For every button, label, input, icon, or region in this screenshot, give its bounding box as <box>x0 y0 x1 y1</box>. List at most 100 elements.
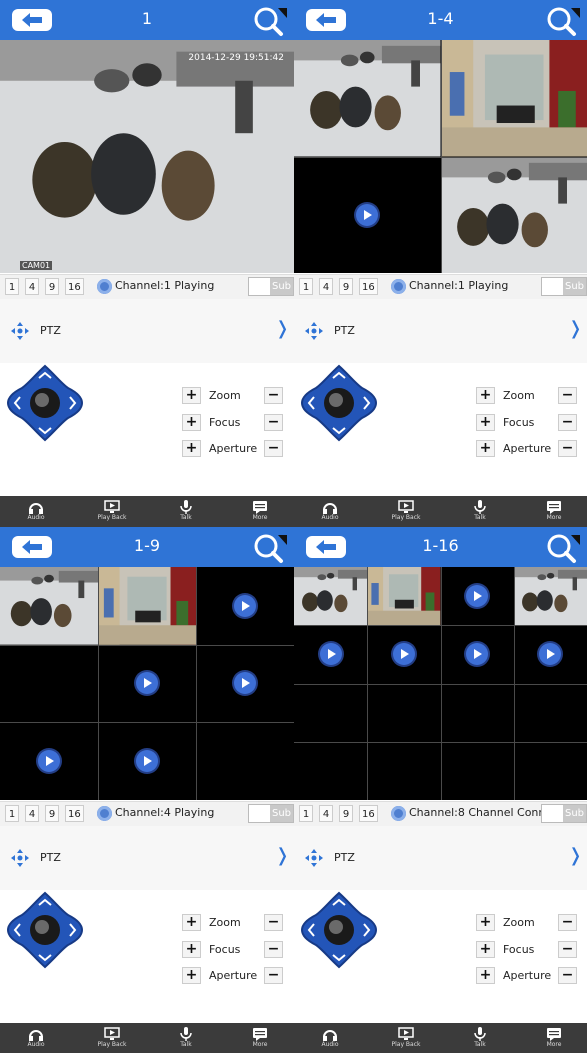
video-tile[interactable] <box>294 156 441 273</box>
zoom-minus-button[interactable]: − <box>264 914 283 931</box>
aperture-plus-button[interactable]: + <box>182 967 201 984</box>
video-tile[interactable] <box>98 644 196 723</box>
video-tile[interactable] <box>0 644 98 723</box>
video-tile[interactable] <box>0 722 98 800</box>
focus-plus-button[interactable]: + <box>182 414 201 431</box>
layout-button-4[interactable]: 4 <box>319 805 333 822</box>
video-tile[interactable] <box>440 40 587 157</box>
focus-plus-button[interactable]: + <box>182 941 201 958</box>
aperture-minus-button[interactable]: − <box>558 440 577 457</box>
ptz-direction-pad[interactable] <box>6 364 84 442</box>
layout-button-16[interactable]: 16 <box>359 805 378 822</box>
play-button-icon[interactable] <box>392 643 415 666</box>
video-tile[interactable] <box>98 567 196 645</box>
sub-stream-toggle[interactable]: Sub <box>541 277 587 296</box>
aperture-minus-button[interactable]: − <box>264 967 283 984</box>
video-tile[interactable] <box>513 683 587 742</box>
play-button-icon[interactable] <box>38 750 60 773</box>
talk-button[interactable]: Talk <box>460 1026 500 1048</box>
more-button[interactable]: More <box>240 499 280 521</box>
sub-stream-toggle[interactable]: Sub <box>541 804 587 823</box>
focus-minus-button[interactable]: − <box>558 414 577 431</box>
layout-button-9[interactable]: 9 <box>339 278 353 295</box>
ptz-direction-pad[interactable] <box>300 891 378 969</box>
video-tile[interactable] <box>294 683 368 742</box>
audio-button[interactable]: Audio <box>310 499 350 521</box>
video-tile[interactable] <box>367 683 441 742</box>
layout-button-16[interactable]: 16 <box>65 805 84 822</box>
video-tile[interactable] <box>367 741 441 800</box>
video-tile[interactable] <box>0 567 98 645</box>
video-tile[interactable] <box>440 156 587 273</box>
aperture-plus-button[interactable]: + <box>476 440 495 457</box>
layout-button-1[interactable]: 1 <box>5 278 19 295</box>
play-button-icon[interactable] <box>356 203 379 226</box>
play-button-icon[interactable] <box>234 594 256 617</box>
video-tile[interactable] <box>440 741 514 800</box>
zoom-minus-button[interactable]: − <box>558 387 577 404</box>
ptz-row[interactable]: PTZ ❭ <box>0 826 294 890</box>
video-tile[interactable] <box>367 625 441 684</box>
video-tile[interactable] <box>294 40 441 157</box>
zoom-plus-button[interactable]: + <box>476 914 495 931</box>
layout-button-1[interactable]: 1 <box>299 805 313 822</box>
video-tile[interactable] <box>294 567 368 626</box>
video-tile[interactable] <box>196 722 294 800</box>
video-tile[interactable] <box>196 644 294 723</box>
playback-button[interactable]: Play Back <box>92 499 132 521</box>
focus-minus-button[interactable]: − <box>264 414 283 431</box>
search-icon[interactable] <box>252 5 288 37</box>
video-tile[interactable] <box>513 625 587 684</box>
audio-button[interactable]: Audio <box>16 1026 56 1048</box>
aperture-plus-button[interactable]: + <box>476 967 495 984</box>
video-tile[interactable] <box>440 683 514 742</box>
video-tile[interactable] <box>196 567 294 645</box>
video-tile[interactable] <box>513 567 587 626</box>
layout-button-9[interactable]: 9 <box>339 805 353 822</box>
search-icon[interactable] <box>545 532 581 564</box>
zoom-plus-button[interactable]: + <box>476 387 495 404</box>
video-tile[interactable] <box>440 567 514 626</box>
aperture-minus-button[interactable]: − <box>558 967 577 984</box>
layout-button-16[interactable]: 16 <box>65 278 84 295</box>
play-button-icon[interactable] <box>234 672 256 695</box>
aperture-plus-button[interactable]: + <box>182 440 201 457</box>
more-button[interactable]: More <box>534 1026 574 1048</box>
zoom-minus-button[interactable]: − <box>264 387 283 404</box>
layout-button-4[interactable]: 4 <box>25 278 39 295</box>
play-button-icon[interactable] <box>136 750 158 773</box>
chevron-right-icon[interactable]: ❭ <box>275 845 290 866</box>
ptz-row[interactable]: PTZ ❭ <box>0 299 294 363</box>
focus-plus-button[interactable]: + <box>476 414 495 431</box>
play-button-icon[interactable] <box>466 643 489 666</box>
sub-stream-toggle[interactable]: Sub <box>248 277 294 296</box>
talk-button[interactable]: Talk <box>166 499 206 521</box>
focus-plus-button[interactable]: + <box>476 941 495 958</box>
layout-button-4[interactable]: 4 <box>319 278 333 295</box>
layout-button-9[interactable]: 9 <box>45 278 59 295</box>
layout-button-1[interactable]: 1 <box>299 278 313 295</box>
play-button-icon[interactable] <box>136 672 158 695</box>
zoom-minus-button[interactable]: − <box>558 914 577 931</box>
talk-button[interactable]: Talk <box>460 499 500 521</box>
layout-button-9[interactable]: 9 <box>45 805 59 822</box>
video-tile[interactable] <box>367 567 441 626</box>
playback-button[interactable]: Play Back <box>386 1026 426 1048</box>
ptz-row[interactable]: PTZ ❭ <box>294 826 587 890</box>
zoom-plus-button[interactable]: + <box>182 387 201 404</box>
chevron-right-icon[interactable]: ❭ <box>568 845 583 866</box>
layout-button-1[interactable]: 1 <box>5 805 19 822</box>
ptz-direction-pad[interactable] <box>300 364 378 442</box>
play-button-icon[interactable] <box>319 643 342 666</box>
audio-button[interactable]: Audio <box>310 1026 350 1048</box>
video-tile[interactable] <box>513 741 587 800</box>
sub-stream-toggle[interactable]: Sub <box>248 804 294 823</box>
zoom-plus-button[interactable]: + <box>182 914 201 931</box>
layout-button-4[interactable]: 4 <box>25 805 39 822</box>
video-tile[interactable] <box>98 722 196 800</box>
focus-minus-button[interactable]: − <box>558 941 577 958</box>
chevron-right-icon[interactable]: ❭ <box>568 318 583 339</box>
ptz-row[interactable]: PTZ ❭ <box>294 299 587 363</box>
focus-minus-button[interactable]: − <box>264 941 283 958</box>
search-icon[interactable] <box>545 5 581 37</box>
